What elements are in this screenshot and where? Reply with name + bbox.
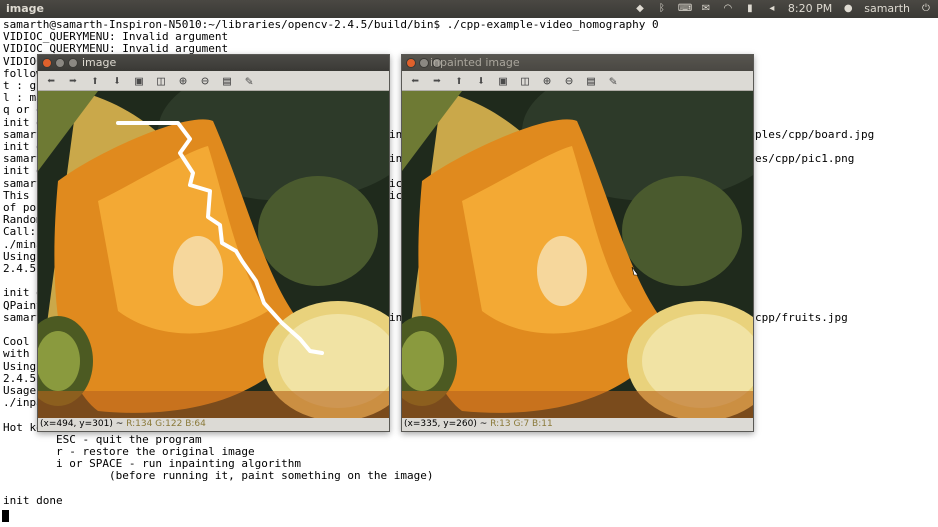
save-image-icon[interactable]: ▣ [130, 73, 148, 89]
terminal-line: (before running it, paint something on t… [3, 469, 434, 483]
window-title: inpainted image [430, 56, 520, 69]
dropbox-icon[interactable]: ◆ [634, 3, 646, 15]
inpainted-fruit-image [402, 91, 753, 418]
username[interactable]: samarth [864, 2, 910, 15]
pixel-rgb: R:134 G:122 B:64 [126, 419, 206, 429]
arrow-down-icon[interactable]: ⬇ [108, 73, 126, 89]
arrow-up-icon[interactable]: ⬆ [450, 73, 468, 89]
zoom-in-icon[interactable]: ⊕ [538, 73, 556, 89]
image-canvas[interactable] [38, 91, 389, 418]
minimize-icon[interactable] [419, 58, 429, 68]
image-window[interactable]: image ⬅ ➡ ⬆ ⬇ ▣ ◫ ⊕ ⊖ ▤ ✎ (x=494, y=301) ~ R:134 … [37, 54, 390, 432]
terminal-line: Using [3, 359, 37, 373]
terminal-line: Call: [3, 225, 37, 239]
zoom-in-icon[interactable]: ⊕ [174, 73, 192, 89]
fruit-image [38, 91, 389, 418]
pixel-rgb: R:13 G:7 B:11 [490, 419, 553, 429]
arrow-up-icon[interactable]: ⬆ [86, 73, 104, 89]
properties-brush-icon[interactable]: ✎ [604, 73, 622, 89]
inpainted-canvas[interactable] [402, 91, 753, 418]
save-disk-icon[interactable]: ▤ [582, 73, 600, 89]
window-titlebar[interactable]: image [38, 55, 389, 71]
status-bar: (x=494, y=301) ~ R:134 G:122 B:64 [38, 418, 389, 431]
save-image-icon[interactable]: ▣ [494, 73, 512, 89]
inpainted-image-window[interactable]: inpainted image ⬅ ➡ ⬆ ⬇ ▣ ◫ ⊕ ⊖ ▤ ✎ (x=335, y=260… [401, 54, 754, 432]
arrow-right-icon[interactable]: ➡ [64, 73, 82, 89]
window-toolbar: ⬅ ➡ ⬆ ⬇ ▣ ◫ ⊕ ⊖ ▤ ✎ [402, 71, 753, 91]
window-toolbar: ⬅ ➡ ⬆ ⬇ ▣ ◫ ⊕ ⊖ ▤ ✎ [38, 71, 389, 91]
arrow-left-icon[interactable]: ⬅ [42, 73, 60, 89]
battery-icon[interactable]: ▮ [744, 3, 756, 15]
arrow-down-icon[interactable]: ⬇ [472, 73, 490, 89]
ubuntu-top-panel: image ◆ ᛒ ⌨ ✉ ◠ ▮ ◂ 8:20 PM ● samarth ⏻ [0, 0, 938, 18]
cursor-coordinates: (x=335, y=260) ~ [404, 419, 488, 429]
terminal-line-fragment: cpp/fruits.jpg [755, 310, 848, 324]
user-icon[interactable]: ● [842, 3, 854, 15]
minimize-icon[interactable] [55, 58, 65, 68]
properties-brush-icon[interactable]: ✎ [240, 73, 258, 89]
zoom-out-icon[interactable]: ⊖ [560, 73, 578, 89]
cursor-coordinates: (x=494, y=301) ~ [40, 419, 124, 429]
arrow-right-icon[interactable]: ➡ [428, 73, 446, 89]
terminal-cursor [2, 510, 9, 522]
bluetooth-icon[interactable]: ᛒ [656, 3, 668, 15]
zoom-fit-icon[interactable]: ◫ [152, 73, 170, 89]
power-icon[interactable]: ⏻ [920, 3, 932, 15]
window-title: image [82, 56, 117, 69]
window-titlebar[interactable]: inpainted image [402, 55, 753, 71]
close-icon[interactable] [42, 58, 52, 68]
status-bar: (x=335, y=260) ~ R:13 G:7 B:11 [402, 418, 753, 431]
maximize-icon[interactable] [68, 58, 78, 68]
arrow-left-icon[interactable]: ⬅ [406, 73, 424, 89]
close-icon[interactable] [406, 58, 416, 68]
volume-icon[interactable]: ◂ [766, 3, 778, 15]
terminal-line-fragment: es/cpp/pic1.png [755, 152, 855, 166]
terminal-line-fragment: ples/cpp/board.jpg [755, 127, 875, 141]
terminal-line: 2.4.5 [3, 262, 37, 275]
save-disk-icon[interactable]: ▤ [218, 73, 236, 89]
system-tray: ◆ ᛒ ⌨ ✉ ◠ ▮ ◂ 8:20 PM ● samarth ⏻ [634, 2, 932, 15]
zoom-out-icon[interactable]: ⊖ [196, 73, 214, 89]
wifi-icon[interactable]: ◠ [722, 3, 734, 15]
clock[interactable]: 8:20 PM [788, 2, 832, 15]
mail-icon[interactable]: ✉ [700, 3, 712, 15]
active-window-title: image [6, 2, 44, 15]
zoom-fit-icon[interactable]: ◫ [516, 73, 534, 89]
keyboard-icon[interactable]: ⌨ [678, 3, 692, 15]
terminal-line: init done [3, 493, 63, 507]
